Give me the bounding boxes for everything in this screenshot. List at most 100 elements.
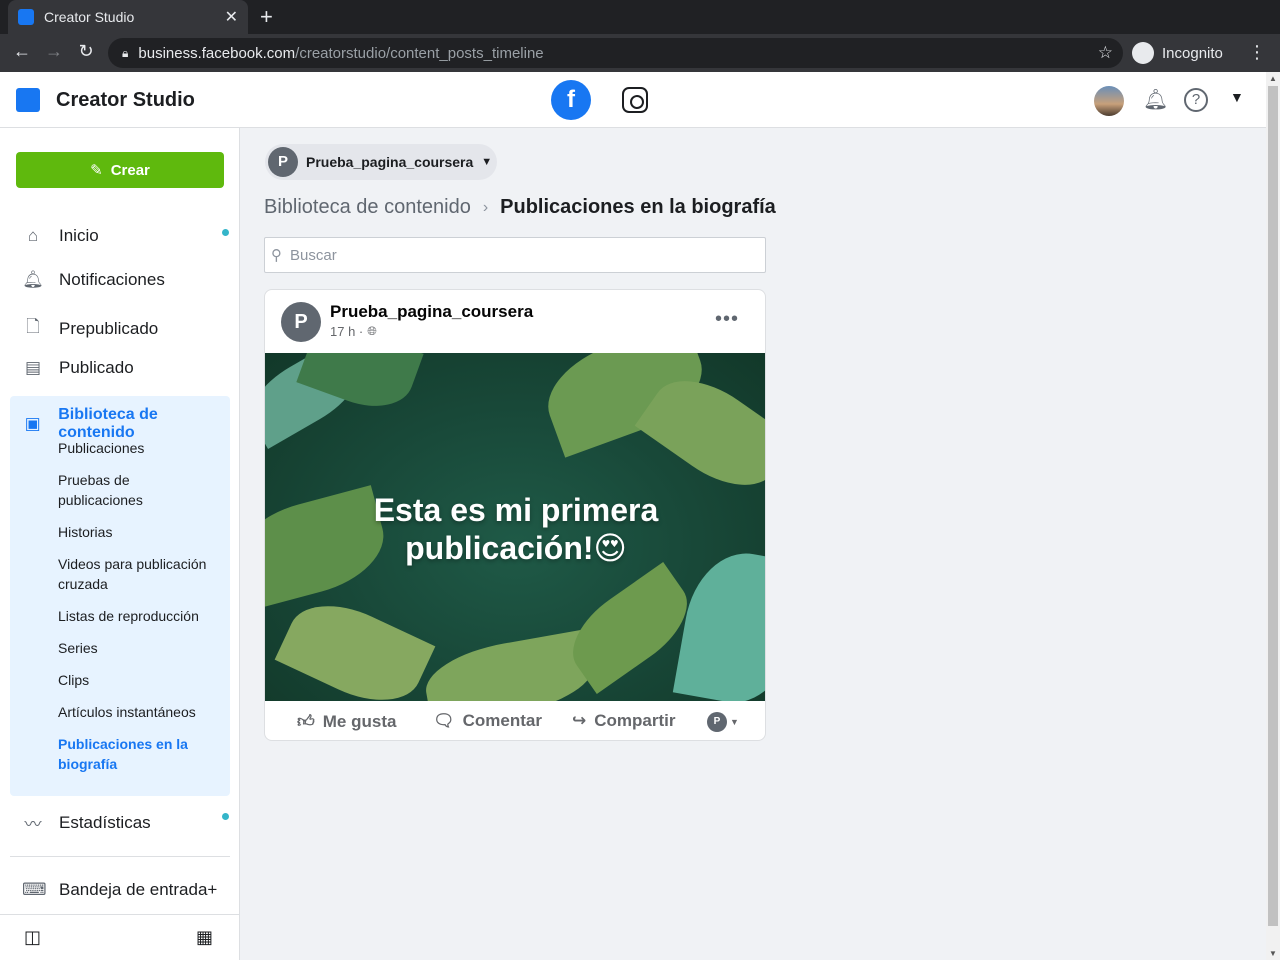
incognito-label: Incognito xyxy=(1162,44,1223,62)
library-sub-videos-cruzada[interactable]: Videos para publicación cruzada xyxy=(58,554,218,594)
avatar[interactable] xyxy=(1094,86,1124,116)
sidebar-item-label: Inicio xyxy=(59,226,99,245)
post-image[interactable]: Esta es mi primera publicación!😍 xyxy=(265,353,765,701)
sidebar: ✎ Crear ⌂ Inicio 🔔︎ Notificaciones 🗋︎ Pr… xyxy=(0,128,240,960)
library-sub-biografia[interactable]: Publicaciones en la biografía xyxy=(58,734,218,774)
app-title: Creator Studio xyxy=(56,89,195,111)
notification-dot xyxy=(222,229,229,236)
content-library-section: ▣ Biblioteca de contenido Publicaciones … xyxy=(10,396,230,796)
more-options-icon[interactable]: ••• xyxy=(715,308,739,331)
post-meta: 17 h · 🌐︎ xyxy=(330,324,377,339)
library-label: Biblioteca de contenido xyxy=(58,406,158,441)
url-host: business.facebook.com xyxy=(138,44,296,62)
inbox-icon: ⌨︎ xyxy=(22,880,47,899)
back-arrow-icon[interactable]: ← xyxy=(10,41,34,62)
stats-icon: 〰 xyxy=(24,815,42,834)
url-path: /creatorstudio/content_posts_timeline xyxy=(295,44,544,62)
page-selector[interactable]: P Prueba_pagina_coursera ▼ xyxy=(265,144,497,180)
published-icon: ▤ xyxy=(24,358,42,377)
sidebar-item-label: Bandeja de entrada+ xyxy=(59,880,218,899)
like-label: Me gusta xyxy=(322,711,397,731)
search-box[interactable]: ⚲ xyxy=(264,237,766,273)
draft-icon: 🗋︎ xyxy=(26,317,40,336)
thumbs-up-icon: 👍︎ xyxy=(297,712,315,731)
library-sub-publicaciones[interactable]: Publicaciones xyxy=(58,438,218,458)
sidebar-item-inicio[interactable]: ⌂ Inicio xyxy=(22,226,230,246)
collapse-sidebar-icon[interactable]: ◫ xyxy=(24,927,41,948)
scroll-down-icon[interactable]: ▼ xyxy=(1269,949,1277,958)
library-sub-historias[interactable]: Historias xyxy=(58,522,218,542)
bookmark-star-icon[interactable]: ☆ xyxy=(1098,43,1113,63)
post-author-avatar[interactable]: P xyxy=(281,302,321,342)
close-tab-icon[interactable]: ✕ xyxy=(225,7,238,27)
tab-title: Creator Studio xyxy=(44,9,135,25)
sidebar-item-biblioteca[interactable]: ▣ Biblioteca de contenido xyxy=(22,406,232,442)
sidebar-item-publicado[interactable]: ▤ Publicado xyxy=(22,358,230,378)
account-menu-caret-icon[interactable]: ▼ xyxy=(1230,89,1244,105)
post-caption-line: publicación!😍 xyxy=(405,530,627,566)
sidebar-item-label: Publicado xyxy=(59,358,134,377)
notification-dot xyxy=(222,813,229,820)
breadcrumb-parent[interactable]: Biblioteca de contenido xyxy=(264,196,471,219)
breadcrumb: Biblioteca de contenido › Publicaciones … xyxy=(264,196,776,219)
instagram-icon[interactable] xyxy=(622,87,648,113)
browser-tabbar: Creator Studio ✕ + xyxy=(0,0,1280,34)
help-icon[interactable]: ? xyxy=(1184,88,1208,112)
post-caption: Esta es mi primera publicación!😍 xyxy=(265,491,765,567)
sidebar-item-notificaciones[interactable]: 🔔︎ Notificaciones xyxy=(22,270,230,290)
facebook-icon[interactable]: f xyxy=(551,80,591,120)
search-icon: ⚲ xyxy=(271,247,282,264)
act-as-avatar: P xyxy=(707,712,727,732)
post-author[interactable]: Prueba_pagina_coursera xyxy=(330,302,533,322)
comment-label: Comentar xyxy=(462,711,542,730)
chevron-down-icon: ▼ xyxy=(481,156,493,168)
browser-tab[interactable]: Creator Studio ✕ xyxy=(8,0,248,34)
library-sub-pruebas[interactable]: Pruebas de publicaciones xyxy=(58,470,218,510)
page-scrollbar[interactable]: ▲ ▼ xyxy=(1266,72,1280,960)
create-label: Crear xyxy=(110,161,150,179)
library-sub-series[interactable]: Series xyxy=(58,638,218,658)
creator-studio-logo-icon xyxy=(16,88,40,112)
address-bar[interactable]: 🔒︎ business.facebook.com/creatorstudio/c… xyxy=(108,38,1123,68)
post-caption-line: Esta es mi primera xyxy=(373,492,659,528)
sidebar-divider xyxy=(10,856,230,857)
browser-toolbar: ← → ↻ 🔒︎ business.facebook.com/creatorst… xyxy=(0,34,1280,72)
library-icon: ▣ xyxy=(24,414,41,433)
post-card: P Prueba_pagina_coursera 17 h · 🌐︎ ••• E… xyxy=(264,289,766,741)
share-button[interactable]: ↪ Compartir xyxy=(572,711,675,731)
incognito-indicator[interactable]: Incognito xyxy=(1132,39,1223,67)
browser-menu-icon[interactable]: ⋮ xyxy=(1248,42,1266,63)
leaf-decoration xyxy=(672,544,765,701)
sidebar-item-label: Prepublicado xyxy=(59,318,159,338)
leaf-decoration xyxy=(274,587,436,701)
sidebar-item-label: Notificaciones xyxy=(59,270,165,289)
comment-icon: 🗨︎ xyxy=(433,711,455,730)
library-sub-listas[interactable]: Listas de reproducción xyxy=(58,606,218,626)
post-actions: 👍︎ Me gusta 🗨︎ Comentar ↪ Compartir P ▼ xyxy=(265,701,765,740)
incognito-icon xyxy=(1132,42,1154,64)
sidebar-item-label: Estadísticas xyxy=(59,812,151,832)
post-time[interactable]: 17 h · xyxy=(330,324,363,339)
reload-icon[interactable]: ↻ xyxy=(74,41,98,62)
library-sub-clips[interactable]: Clips xyxy=(58,670,218,690)
table-view-icon[interactable]: ▦ xyxy=(196,927,213,948)
sidebar-item-prepublicado[interactable]: 🗋︎ Prepublicado xyxy=(22,314,230,343)
search-input[interactable] xyxy=(290,246,730,264)
comment-button[interactable]: 🗨︎ Comentar xyxy=(433,711,542,731)
notifications-bell-icon[interactable]: 🔔︎ xyxy=(1143,87,1168,112)
sidebar-item-bandeja[interactable]: ⌨︎ Bandeja de entrada+ xyxy=(22,880,230,900)
like-button[interactable]: 👍︎ Me gusta xyxy=(297,711,396,732)
sidebar-item-estadisticas[interactable]: 〰 Estadísticas xyxy=(22,810,230,835)
library-sub-articulos[interactable]: Artículos instantáneos xyxy=(58,702,218,722)
new-tab-button[interactable]: + xyxy=(260,4,273,30)
forward-arrow-icon[interactable]: → xyxy=(42,41,66,62)
page-avatar: P xyxy=(268,147,298,177)
create-button[interactable]: ✎ Crear xyxy=(16,152,224,188)
chevron-down-icon: ▼ xyxy=(730,717,739,727)
scroll-thumb[interactable] xyxy=(1268,86,1278,926)
act-as-selector[interactable]: P ▼ xyxy=(707,712,739,732)
scroll-up-icon[interactable]: ▲ xyxy=(1269,74,1277,83)
leaf-decoration xyxy=(420,628,600,701)
bell-icon: 🔔︎ xyxy=(22,270,44,289)
page-title: Publicaciones en la biografía xyxy=(500,196,776,218)
